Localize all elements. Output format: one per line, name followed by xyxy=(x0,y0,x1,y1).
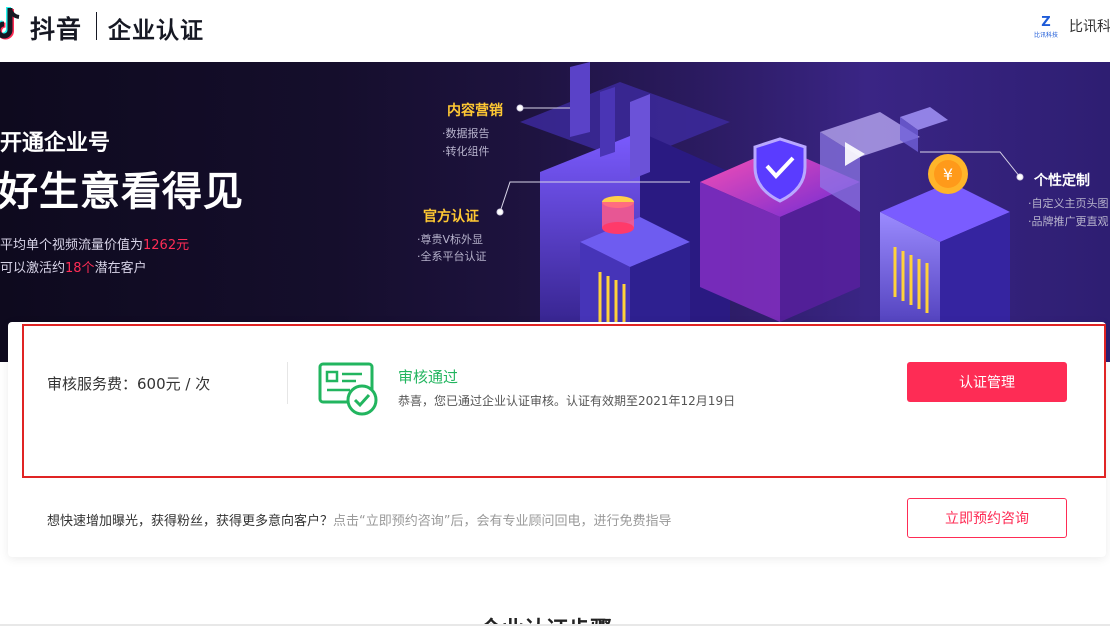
consult-prompt: 想快速增加曝光，获得粉丝，获得更多意向客户？点击“立即预约咨询”后，会有专业顾问… xyxy=(47,510,672,529)
consult-prompt-hint: 点击“立即预约咨询”后，会有专业顾问回电，进行免费指导 xyxy=(333,514,672,529)
consult-prompt-main: 想快速增加曝光，获得粉丝，获得更多意向客户？ xyxy=(47,514,334,529)
svg-text:Z: Z xyxy=(1041,15,1050,30)
douyin-logo-icon[interactable] xyxy=(0,6,24,44)
vertical-divider xyxy=(287,362,288,404)
brand-divider xyxy=(96,12,97,40)
top-header: 抖音 企业认证 Z 比讯科技 比讯科 xyxy=(0,0,1110,62)
page-title: 企业认证 xyxy=(108,18,204,44)
feature-title-content-marketing: 内容营销 xyxy=(447,103,503,119)
svg-text:比讯科技: 比讯科技 xyxy=(1034,31,1058,39)
feature-item: ·自定义主页头图 xyxy=(1028,197,1109,210)
feature-item: ·全系平台认证 xyxy=(417,250,487,263)
review-status-title: 审核通过 xyxy=(398,368,459,386)
feature-item: ·数据报告 xyxy=(442,127,490,140)
banner-title-small: 开通企业号 xyxy=(0,131,111,156)
feature-title-official-cert: 官方认证 xyxy=(423,209,479,225)
feature-item: ·品牌推广更直观 xyxy=(1028,215,1109,228)
banner-title-large: 好生意看得见 xyxy=(0,169,244,215)
certificate-approved-icon xyxy=(318,362,378,416)
brand-name[interactable]: 抖音 xyxy=(30,10,82,46)
banner-illustration: ¥ xyxy=(496,62,1024,362)
svg-text:¥: ¥ xyxy=(943,165,953,184)
cert-management-button[interactable]: 认证管理 xyxy=(907,362,1067,402)
hero-banner: 开通企业号 好生意看得见 平均单个视频流量价值为1262元 可以激活约18个潜在… xyxy=(0,62,1110,362)
banner-stat-line-2: 可以激活约18个潜在客户 xyxy=(0,261,147,276)
book-consultation-button[interactable]: 立即预约咨询 xyxy=(907,498,1067,538)
banner-stat-line-1: 平均单个视频流量价值为1262元 xyxy=(0,238,190,253)
company-logo-icon: Z 比讯科技 xyxy=(1034,14,1058,39)
service-fee: 审核服务费：600元 / 次 xyxy=(47,375,211,393)
feature-title-customization: 个性定制 xyxy=(1034,173,1090,189)
page: 抖音 企业认证 Z 比讯科技 比讯科 开通企业号 好生意看得见 平均单个视频流量… xyxy=(0,0,1110,626)
review-status-description: 恭喜，您已通过企业认证审核。认证有效期至2021年12月19日 xyxy=(398,394,736,408)
feature-item: ·尊贵V标外显 xyxy=(417,233,484,246)
feature-item: ·转化组件 xyxy=(442,145,490,158)
company-name[interactable]: 比讯科 xyxy=(1069,16,1110,36)
